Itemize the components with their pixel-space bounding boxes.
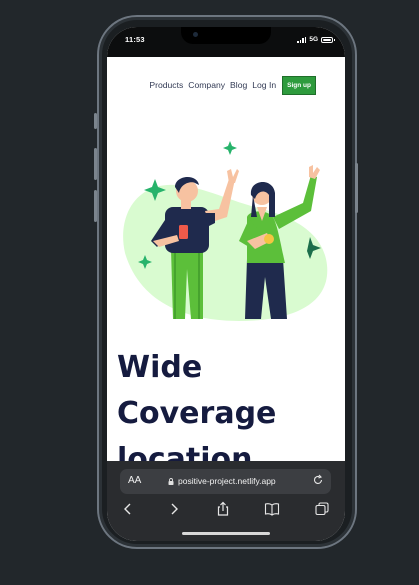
silent-switch: [94, 113, 97, 129]
battery-icon: [321, 36, 335, 43]
power-button: [355, 163, 358, 213]
signal-icon: [297, 36, 307, 43]
dynamic-island: [181, 27, 271, 44]
url-text: positive-project.netlify.app: [178, 476, 276, 486]
headline-line: Wide: [117, 350, 203, 385]
share-icon[interactable]: [215, 501, 231, 517]
status-icons: 5G: [297, 36, 335, 43]
nav-link-company[interactable]: Company: [188, 80, 225, 90]
nav-link-blog[interactable]: Blog: [230, 80, 247, 90]
forward-icon[interactable]: [166, 501, 182, 517]
url-display[interactable]: positive-project.netlify.app: [168, 476, 276, 486]
back-icon[interactable]: [120, 501, 136, 517]
volume-down-button: [94, 190, 97, 222]
network-label: 5G: [309, 36, 318, 43]
bookmarks-icon[interactable]: [264, 501, 280, 517]
nav-link-login[interactable]: Log In: [252, 80, 276, 90]
status-bar: 11:53 5G: [107, 27, 345, 57]
phone-screen: 11:53 5G Products Company Blog Log In Si…: [107, 27, 345, 541]
status-time: 11:53: [125, 35, 145, 44]
reader-settings-button[interactable]: AA: [128, 475, 141, 486]
tabs-icon[interactable]: [314, 501, 330, 517]
signup-button[interactable]: Sign up: [282, 75, 316, 95]
nav-link-products[interactable]: Products: [149, 80, 183, 90]
reload-icon[interactable]: [312, 474, 324, 486]
camera-icon: [193, 32, 198, 37]
home-indicator: [182, 532, 270, 535]
hero-illustration: [123, 141, 328, 321]
address-bar[interactable]: AA positive-project.netlify.app: [120, 469, 331, 494]
lock-icon: [168, 477, 174, 485]
sparkle-icon: [223, 141, 237, 155]
volume-up-button: [94, 148, 97, 180]
browser-bar: AA positive-project.netlify.app: [107, 461, 345, 541]
browser-toolbar: [107, 501, 345, 521]
headline-line: Coverage: [117, 396, 277, 431]
top-navigation: Products Company Blog Log In Sign up: [107, 75, 345, 95]
